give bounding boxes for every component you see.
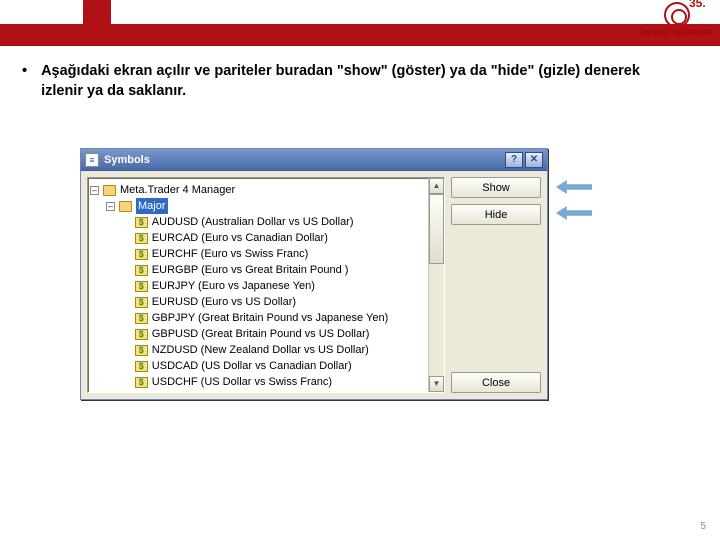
tree-label: EURGBP (Euro vs Great Britain Pound ) <box>152 262 349 278</box>
currency-icon: $ <box>135 297 148 308</box>
folder-icon <box>103 185 116 196</box>
scroll-thumb[interactable] <box>429 194 444 264</box>
tree-label: GBPUSD (Great Britain Pound vs US Dollar… <box>152 326 370 342</box>
currency-icon: $ <box>135 313 148 324</box>
scrollbar[interactable]: ▲ ▼ <box>428 178 444 392</box>
currency-icon: $ <box>135 377 148 388</box>
tree-row[interactable]: $ EURCAD (Euro vs Canadian Dollar) <box>90 230 442 246</box>
instruction-content: Aşağıdaki ekran açılır ve pariteler bura… <box>41 62 682 101</box>
tree-row[interactable]: – Meta.Trader 4 Manager <box>90 182 442 198</box>
brand-logo: 35. MENKUL DEĞERLER <box>641 2 712 37</box>
currency-icon: $ <box>135 345 148 356</box>
dialog-title: Symbols <box>104 154 150 166</box>
currency-icon: $ <box>135 361 148 372</box>
scroll-up-button[interactable]: ▲ <box>429 178 444 194</box>
tree-label: EURCAD (Euro vs Canadian Dollar) <box>152 230 328 246</box>
tree-label: EURUSD (Euro vs US Dollar) <box>152 294 296 310</box>
scroll-down-button[interactable]: ▼ <box>429 376 444 392</box>
tree-label: AUDUSD (Australian Dollar vs US Dollar) <box>152 214 354 230</box>
dialog-button-panel: Show Hide Close <box>449 171 547 399</box>
currency-icon: $ <box>135 217 148 228</box>
collapse-icon[interactable]: – <box>106 202 115 211</box>
currency-icon: $ <box>135 265 148 276</box>
instruction-text: • Aşağıdaki ekran açılır ve pariteler bu… <box>22 62 682 101</box>
folder-icon <box>119 201 132 212</box>
tree-label: Major <box>136 198 168 214</box>
page-number: 5 <box>700 521 706 532</box>
tree-label: EURCHF (Euro vs Swiss Franc) <box>152 246 308 262</box>
hide-button[interactable]: Hide <box>451 204 541 225</box>
tree-row[interactable]: $ NZDUSD (New Zealand Dollar vs US Dollar… <box>90 342 442 358</box>
tree-label: USDCHF (US Dollar vs Swiss Franc) <box>152 374 332 390</box>
tree-label: Meta.Trader 4 Manager <box>120 182 235 198</box>
tree-label: USDCAD (US Dollar vs Canadian Dollar) <box>152 358 352 374</box>
close-window-button[interactable]: ✕ <box>525 152 543 168</box>
currency-icon: $ <box>135 233 148 244</box>
tree-row[interactable]: $ EURJPY (Euro vs Japanese Yen) <box>90 278 442 294</box>
currency-icon: $ <box>135 281 148 292</box>
currency-icon: $ <box>135 249 148 260</box>
brand-text: MENKUL DEĞERLER <box>641 30 712 37</box>
dialog-titlebar[interactable]: ≡ Symbols ? ✕ <box>81 149 547 171</box>
tree-row[interactable]: $ EURGBP (Euro vs Great Britain Pound ) <box>90 262 442 278</box>
tree-row[interactable]: $ EURCHF (Euro vs Swiss Franc) <box>90 246 442 262</box>
currency-icon: $ <box>135 329 148 340</box>
anniversary-badge: 35. <box>689 0 706 10</box>
arrow-show-icon <box>556 180 592 194</box>
tree-row[interactable]: $ USDCHF (US Dollar vs Swiss Franc) <box>90 374 442 390</box>
tree-row[interactable]: $ GBPJPY (Great Britain Pound vs Japanese… <box>90 310 442 326</box>
collapse-icon[interactable]: – <box>90 186 99 195</box>
bullet-dot: • <box>22 62 27 101</box>
tree-label: GBPJPY (Great Britain Pound vs Japanese … <box>152 310 388 326</box>
tree-row[interactable]: $ USDCAD (US Dollar vs Canadian Dollar) <box>90 358 442 374</box>
list-icon: ≡ <box>85 153 99 167</box>
tree-row[interactable]: $ GBPUSD (Great Britain Pound vs US Dolla… <box>90 326 442 342</box>
close-button[interactable]: Close <box>451 372 541 393</box>
arrow-hide-icon <box>556 206 592 220</box>
tree-row[interactable]: – Major <box>90 198 442 214</box>
symbols-tree[interactable]: –Meta.Trader 4 Manager–Major$AUDUSD (Aus… <box>87 177 445 393</box>
tree-label: NZDUSD (New Zealand Dollar vs US Dollar) <box>152 342 369 358</box>
symbols-dialog: ≡ Symbols ? ✕ –Meta.Trader 4 Manager–Maj… <box>80 148 548 400</box>
show-button[interactable]: Show <box>451 177 541 198</box>
help-button[interactable]: ? <box>505 152 523 168</box>
header-notch <box>83 0 111 46</box>
tree-row[interactable]: $ EURUSD (Euro vs US Dollar) <box>90 294 442 310</box>
tree-label: EURJPY (Euro vs Japanese Yen) <box>152 278 315 294</box>
tree-row[interactable]: $ AUDUSD (Australian Dollar vs US Dollar) <box>90 214 442 230</box>
